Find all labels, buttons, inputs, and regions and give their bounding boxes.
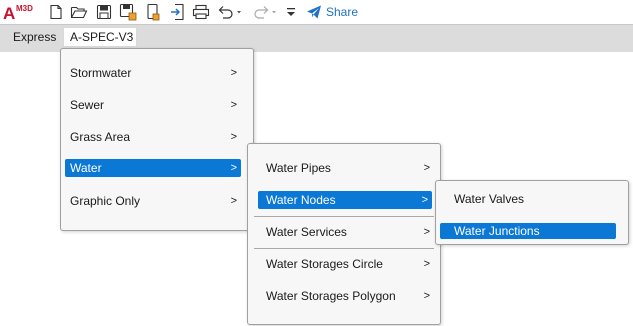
menu-item-label: Water bbox=[70, 161, 102, 175]
menu-item-stormwater[interactable]: Stormwater > bbox=[61, 63, 253, 83]
save-as-icon bbox=[119, 3, 137, 21]
menu-item-label: Graphic Only bbox=[70, 194, 141, 208]
express-menu: Stormwater > Sewer > Grass Area > Water … bbox=[60, 48, 254, 231]
app-logo-icon: A M3D bbox=[3, 4, 33, 23]
submenu-arrow-icon: > bbox=[423, 258, 430, 270]
save-button[interactable] bbox=[95, 3, 113, 21]
redo-button[interactable] bbox=[251, 3, 277, 21]
submenu-arrow-icon: > bbox=[423, 226, 430, 238]
save-as-button[interactable] bbox=[119, 3, 137, 21]
new-file-icon bbox=[50, 4, 62, 20]
share-icon bbox=[307, 5, 321, 19]
undo-button[interactable] bbox=[216, 3, 242, 21]
customize-toolbar-button[interactable] bbox=[285, 3, 297, 21]
menu-item-water-valves[interactable]: Water Valves bbox=[436, 189, 628, 209]
water-submenu: Water Pipes > Water Nodes > Water Servic… bbox=[247, 143, 441, 325]
menu-item-label: Water Nodes bbox=[266, 193, 336, 207]
submenu-arrow-icon: > bbox=[230, 162, 237, 174]
logo-text: M3D bbox=[16, 4, 33, 13]
redo-icon bbox=[254, 6, 276, 19]
publish-button[interactable] bbox=[144, 3, 162, 21]
import-button[interactable] bbox=[169, 3, 187, 21]
undo-icon bbox=[218, 6, 241, 19]
menu-item-grass-area[interactable]: Grass Area > bbox=[61, 127, 253, 147]
new-file-button[interactable] bbox=[47, 3, 65, 21]
menu-item-label: Stormwater bbox=[70, 66, 132, 80]
menu-item-label: Water Storages Polygon bbox=[266, 289, 396, 303]
submenu-arrow-icon: > bbox=[423, 290, 430, 302]
menu-separator bbox=[254, 248, 434, 249]
submenu-arrow-icon: > bbox=[230, 67, 237, 79]
menu-item-water-junctions[interactable]: Water Junctions bbox=[440, 223, 616, 239]
menu-item-label: Water Pipes bbox=[266, 161, 331, 175]
submenu-arrow-icon: > bbox=[230, 131, 237, 143]
menu-item-water-services[interactable]: Water Services > bbox=[248, 222, 440, 242]
menu-item-water-nodes[interactable]: Water Nodes > bbox=[258, 191, 432, 209]
menu-item-label: Grass Area bbox=[70, 130, 131, 144]
submenu-arrow-icon: > bbox=[423, 162, 430, 174]
save-icon bbox=[96, 4, 112, 20]
quick-access-toolbar: A M3D Share bbox=[0, 0, 633, 24]
print-button[interactable] bbox=[192, 3, 210, 21]
menu-item-water-pipes[interactable]: Water Pipes > bbox=[248, 158, 440, 178]
ribbon-panel-a-spec[interactable]: A-SPEC-V3 bbox=[63, 27, 137, 47]
menu-item-label: Water Junctions bbox=[454, 224, 540, 238]
customize-dropdown-icon bbox=[287, 8, 295, 16]
open-folder-icon bbox=[70, 6, 88, 19]
menu-item-label: Sewer bbox=[70, 98, 105, 112]
menu-separator bbox=[254, 216, 434, 217]
import-icon bbox=[171, 3, 184, 21]
menu-item-sewer[interactable]: Sewer > bbox=[61, 95, 253, 115]
submenu-arrow-icon: > bbox=[230, 99, 237, 111]
publish-icon bbox=[147, 3, 160, 21]
open-button[interactable] bbox=[70, 3, 88, 21]
submenu-arrow-icon: > bbox=[230, 195, 237, 207]
menu-item-label: Water Services bbox=[266, 225, 347, 239]
menu-item-graphic-only[interactable]: Graphic Only > bbox=[61, 191, 253, 211]
water-nodes-submenu: Water Valves Water Junctions bbox=[435, 180, 629, 245]
logo-letter: A bbox=[3, 4, 15, 22]
share-label: Share bbox=[326, 5, 359, 19]
menu-item-water-storages-circle[interactable]: Water Storages Circle > bbox=[248, 254, 440, 274]
menu-item-water[interactable]: Water > bbox=[65, 159, 241, 177]
app-logo[interactable]: A M3D bbox=[2, 2, 36, 23]
ribbon-tab-express[interactable]: Express bbox=[13, 30, 56, 44]
menu-item-label: Water Storages Circle bbox=[266, 257, 383, 271]
menu-item-water-storages-polygon[interactable]: Water Storages Polygon > bbox=[248, 286, 440, 306]
menu-item-label: Water Valves bbox=[454, 192, 525, 206]
submenu-arrow-icon: > bbox=[421, 194, 428, 206]
share-button[interactable]: Share bbox=[306, 3, 358, 21]
print-icon bbox=[192, 4, 210, 20]
